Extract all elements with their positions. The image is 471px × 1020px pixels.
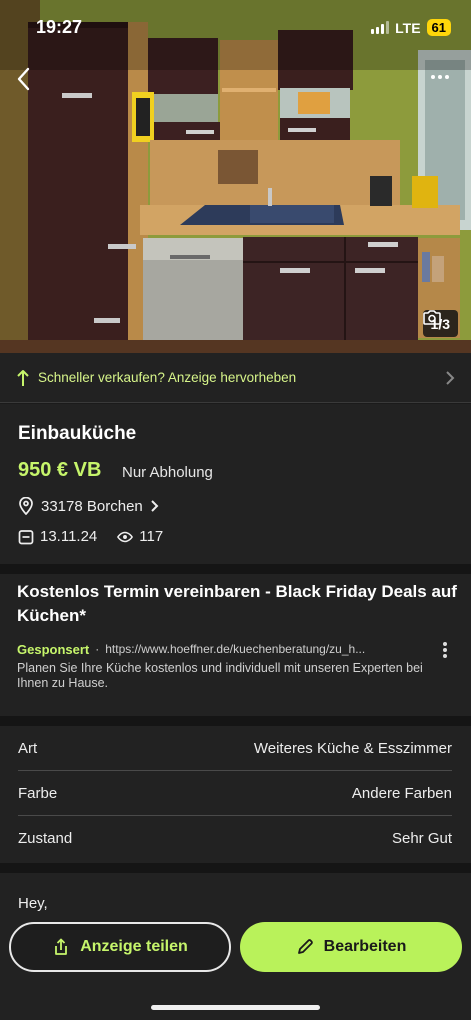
ad-url[interactable]: https://www.hoeffner.de/kuechenberatung/… (105, 642, 365, 657)
view-count: 117 (139, 528, 164, 545)
chevron-right-icon (446, 370, 455, 385)
detail-value: Andere Farben (351, 784, 452, 802)
pencil-icon (297, 939, 313, 954)
section-divider (0, 716, 471, 726)
listing-date: 13.11.24 (40, 528, 98, 545)
detail-value: Weiteres Küche & Esszimmer (253, 739, 452, 757)
ad-title[interactable]: Kostenlos Termin vereinbaren - Black Fri… (17, 580, 457, 628)
section-divider (0, 863, 471, 873)
location-text: 33178 Borchen (41, 497, 143, 515)
battery-indicator: 61 (426, 19, 451, 36)
ad-source: Gesponsert · https://www.hoeffner.de/kue… (17, 642, 422, 657)
promote-label: Schneller verkaufen? Anzeige hervorheben (38, 370, 297, 385)
photo-counter: 1/3 (422, 310, 458, 337)
ad-separator: · (95, 642, 100, 656)
calendar-icon (18, 529, 34, 544)
more-icon[interactable] (431, 72, 451, 82)
description-text: Hey, (18, 895, 48, 912)
chevron-right-icon (151, 500, 159, 512)
edit-listing-button[interactable]: Bearbeiten (240, 922, 462, 972)
eye-icon (117, 531, 134, 542)
kitchen-photo (0, 0, 471, 353)
section-divider (0, 564, 471, 574)
detail-value: Sehr Gut (391, 830, 452, 847)
edit-label: Bearbeiten (323, 938, 407, 955)
detail-row-farbe: Farbe Andere Farben (18, 771, 452, 816)
listing-title: Einbauküche (18, 423, 137, 444)
back-arrow-icon[interactable] (12, 64, 36, 94)
arrow-up-icon (17, 369, 29, 386)
location-row[interactable]: 33178 Borchen (18, 497, 160, 515)
network-type: LTE (395, 19, 421, 36)
kebab-icon[interactable] (443, 642, 447, 658)
status-time: 19:27 (36, 17, 83, 37)
detail-row-art: Art Weiteres Küche & Esszimmer (18, 726, 452, 771)
detail-label: Art (18, 739, 38, 757)
home-indicator (151, 1005, 320, 1010)
share-listing-button[interactable]: Anzeige teilen (9, 922, 231, 972)
signal-icon (371, 21, 390, 34)
detail-row-zustand: Zustand Sehr Gut (18, 816, 452, 861)
share-icon (55, 938, 68, 955)
listing-photo[interactable]: 19:27 LTE 61 1/3 (0, 0, 471, 353)
sponsored-ad[interactable]: Kostenlos Termin vereinbaren - Black Fri… (0, 574, 471, 716)
location-pin-icon (19, 497, 33, 515)
detail-label: Zustand (18, 830, 73, 847)
share-label: Anzeige teilen (80, 938, 188, 955)
status-indicators: LTE 61 (371, 19, 451, 36)
camera-icon (422, 310, 441, 325)
promote-listing-bar[interactable]: Schneller verkaufen? Anzeige hervorheben (0, 353, 471, 403)
details-section: Art Weiteres Küche & Esszimmer Farbe And… (0, 726, 471, 863)
meta-row: 13.11.24 117 (18, 528, 163, 545)
listing-summary: Einbauküche 950 € VB Nur Abholung 33178 … (0, 404, 471, 564)
pickup-info: Nur Abholung (122, 464, 213, 481)
detail-label: Farbe (18, 784, 58, 802)
ad-description: Planen Sie Ihre Küche kostenlos und indi… (17, 661, 423, 690)
sponsored-label: Gesponsert (17, 642, 90, 657)
listing-price: 950 € VB (18, 459, 102, 481)
